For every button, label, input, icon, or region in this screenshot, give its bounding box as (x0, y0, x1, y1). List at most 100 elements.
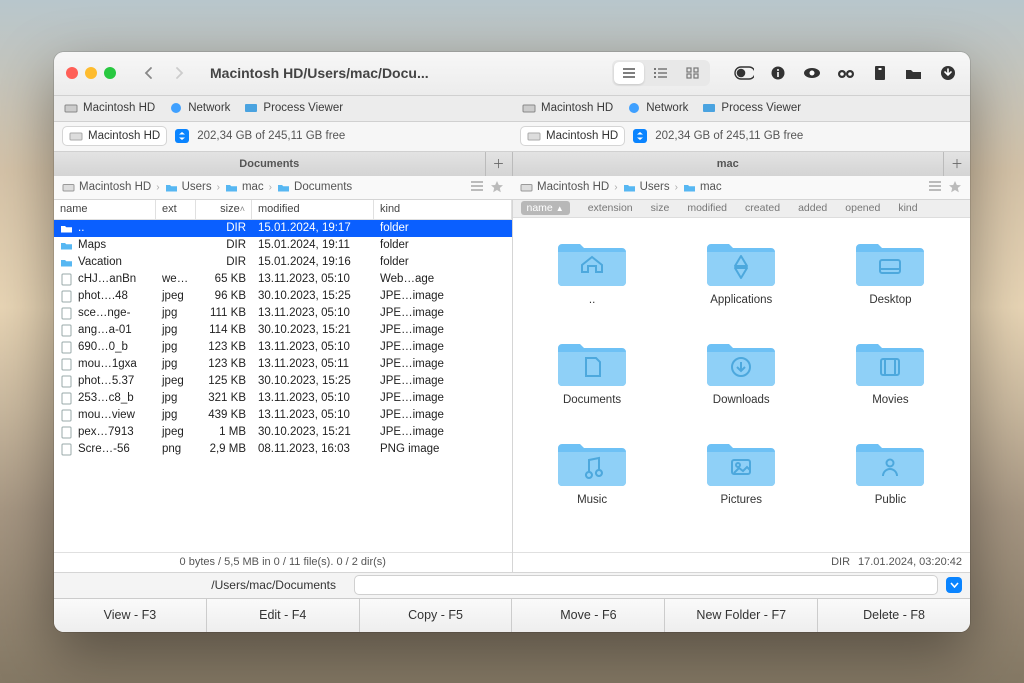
breadcrumb-segment[interactable]: mac (225, 181, 264, 193)
archive-icon[interactable] (870, 63, 890, 83)
move-button[interactable]: Move - F6 (512, 599, 665, 632)
grid-item[interactable]: Public (821, 432, 960, 506)
drive-dropdown-left[interactable] (175, 129, 189, 143)
preview-icon[interactable] (802, 63, 822, 83)
grid-col-opened[interactable]: opened (845, 202, 880, 214)
col-kind-header[interactable]: kind (374, 200, 512, 219)
view-button[interactable]: View - F3 (54, 599, 207, 632)
star-icon[interactable] (490, 180, 504, 194)
tab-add-right[interactable]: ＋ (944, 152, 970, 176)
file-row[interactable]: phot….48jpeg96 KB30.10.2023, 15:25JPE…im… (54, 288, 512, 305)
grid-col-created[interactable]: created (745, 202, 780, 214)
grid-item[interactable]: Documents (523, 332, 662, 406)
minimize-window-button[interactable] (85, 67, 97, 79)
file-row[interactable]: ang…a-01jpg114 KB30.10.2023, 15:21JPE…im… (54, 322, 512, 339)
tab-add-left[interactable]: ＋ (486, 152, 512, 176)
grid-col-name[interactable]: name ▲ (521, 201, 570, 215)
drive-selector-right[interactable]: Macintosh HD (520, 126, 625, 146)
file-row[interactable]: MapsDIR15.01.2024, 19:11folder (54, 237, 512, 254)
list-menu-icon[interactable] (470, 180, 484, 194)
grid-col-kind[interactable]: kind (898, 202, 917, 214)
grid-item[interactable]: .. (523, 232, 662, 306)
breadcrumb-segment[interactable]: Users (623, 181, 670, 193)
grid-item[interactable]: Desktop (821, 232, 960, 306)
folder-icon (60, 256, 73, 269)
grid-item[interactable]: Applications (672, 232, 811, 306)
file-icon (60, 392, 73, 405)
file-row[interactable]: 690…0_bjpg123 KB13.11.2023, 05:10JPE…ima… (54, 339, 512, 356)
breadcrumb-segment[interactable]: Users (165, 181, 212, 193)
download-icon[interactable] (938, 63, 958, 83)
right-grid-scroll[interactable]: .. Applications Desktop DocumentsDownloadsM… (513, 218, 971, 552)
list-menu-icon[interactable] (928, 180, 942, 194)
right-footer: DIR 17.01.2024, 03:20:42 (513, 552, 971, 572)
col-modified-header[interactable]: modified (252, 200, 374, 219)
free-space-left: 202,34 GB of 245,11 GB free (197, 130, 345, 142)
grid-item[interactable]: Pictures (672, 432, 811, 506)
close-window-button[interactable] (66, 67, 78, 79)
path-dropdown[interactable] (946, 577, 962, 593)
location-hd-right[interactable]: Macintosh HD (522, 101, 613, 115)
file-row[interactable]: sce…nge-jpg111 KB13.11.2023, 05:10JPE…im… (54, 305, 512, 322)
breadcrumb-right: Macintosh HD›Users›mac (512, 176, 970, 199)
location-network-right[interactable]: Network (627, 101, 688, 115)
file-icon (60, 307, 73, 320)
file-row[interactable]: cHJ…anBnwe…65 KB13.11.2023, 05:10Web…age (54, 271, 512, 288)
folder-icon (854, 332, 926, 388)
col-name-header[interactable]: name (54, 200, 156, 219)
edit-button[interactable]: Edit - F4 (207, 599, 360, 632)
breadcrumb-segment[interactable]: Documents (277, 181, 352, 193)
view-grid-button[interactable] (678, 62, 708, 84)
file-row[interactable]: mou…viewjpg439 KB13.11.2023, 05:10JPE…im… (54, 407, 512, 424)
grid-col-extension[interactable]: extension (588, 202, 633, 214)
tab-right[interactable]: mac (513, 152, 945, 176)
file-row[interactable]: pex…7913jpeg1 MB30.10.2023, 15:21JPE…ima… (54, 424, 512, 441)
location-network-left[interactable]: Network (169, 101, 230, 115)
grid-item[interactable]: Downloads (672, 332, 811, 406)
chevron-right-icon: › (614, 182, 617, 193)
view-columns-button[interactable] (646, 62, 676, 84)
drive-dropdown-right[interactable] (633, 129, 647, 143)
file-row[interactable]: ..DIR15.01.2024, 19:17folder (54, 220, 512, 237)
breadcrumb-segment[interactable]: Macintosh HD (520, 181, 609, 193)
breadcrumb-segment[interactable]: mac (683, 181, 722, 193)
info-icon[interactable] (768, 63, 788, 83)
grid-item[interactable]: Movies (821, 332, 960, 406)
col-ext-header[interactable]: ext (156, 200, 196, 219)
delete-button[interactable]: Delete - F8 (818, 599, 970, 632)
nav-back-button[interactable] (134, 61, 164, 85)
file-icon (60, 426, 73, 439)
location-hd-left[interactable]: Macintosh HD (64, 101, 155, 115)
location-process-right[interactable]: Process Viewer (702, 101, 801, 115)
grid-col-modified[interactable]: modified (687, 202, 727, 214)
folder-icon[interactable] (904, 63, 924, 83)
right-footer-date: 17.01.2024, 03:20:42 (858, 556, 962, 568)
drive-selector-left[interactable]: Macintosh HD (62, 126, 167, 146)
file-icon (60, 324, 73, 337)
copy-button[interactable]: Copy - F5 (360, 599, 513, 632)
grid-col-size[interactable]: size (651, 202, 670, 214)
tab-left[interactable]: Documents (54, 152, 486, 176)
breadcrumb-segment[interactable]: Macintosh HD (62, 181, 151, 193)
view-list-button[interactable] (614, 62, 644, 84)
path-field[interactable] (354, 575, 938, 595)
col-size-header[interactable]: size (196, 200, 252, 219)
zoom-window-button[interactable] (104, 67, 116, 79)
file-row[interactable]: phot…5.37jpeg125 KB30.10.2023, 15:25JPE…… (54, 373, 512, 390)
file-row[interactable]: 253…c8_bjpg321 KB13.11.2023, 05:10JPE…im… (54, 390, 512, 407)
grid-item[interactable]: Music (523, 432, 662, 506)
right-grid: .. Applications Desktop DocumentsDownloadsM… (523, 232, 961, 506)
location-process-left[interactable]: Process Viewer (244, 101, 343, 115)
toggle-icon[interactable] (734, 63, 754, 83)
new-folder-button[interactable]: New Folder - F7 (665, 599, 818, 632)
binoculars-icon[interactable] (836, 63, 856, 83)
star-icon[interactable] (948, 180, 962, 194)
file-row[interactable]: Scre…-56png2,9 MB08.11.2023, 16:03PNG im… (54, 441, 512, 458)
nav-forward-button[interactable] (164, 61, 194, 85)
file-row[interactable]: VacationDIR15.01.2024, 19:16folder (54, 254, 512, 271)
grid-col-added[interactable]: added (798, 202, 827, 214)
folder-icon (556, 332, 628, 388)
left-file-list[interactable]: ..DIR15.01.2024, 19:17folderMapsDIR15.01… (54, 220, 512, 552)
file-row[interactable]: mou…1gxajpg123 KB13.11.2023, 05:11JPE…im… (54, 356, 512, 373)
grid-item-label: Applications (710, 294, 772, 306)
